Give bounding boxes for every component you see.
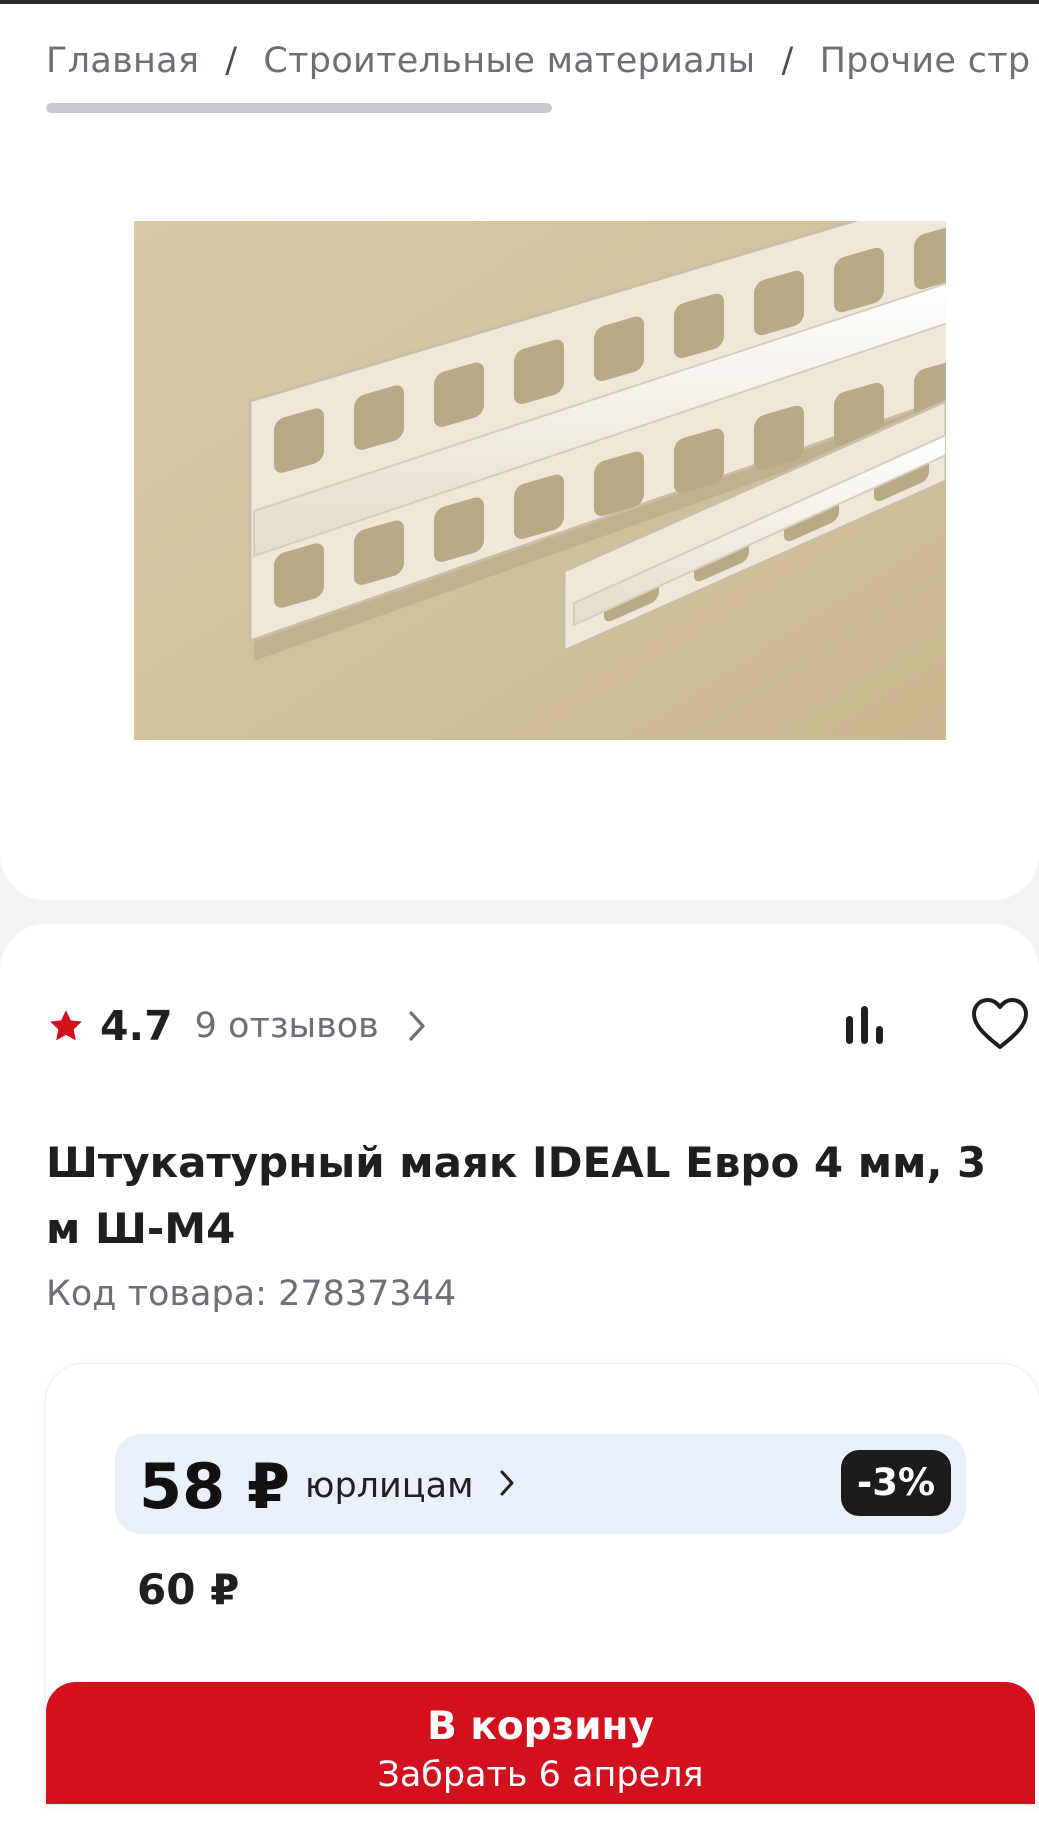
- product-title: Штукатурный маяк IDEAL Евро 4 мм, 3 м Ш-…: [46, 1138, 987, 1253]
- sku: Код товара: 27837344: [46, 1274, 456, 1314]
- b2b-price-row[interactable]: 58 ₽ юрлицам -3%: [115, 1434, 966, 1534]
- pickup-date: Забрать 6 апреля: [377, 1755, 704, 1795]
- chevron-right-icon: [500, 1470, 514, 1496]
- star-icon: [50, 1010, 82, 1041]
- compare-icon[interactable]: [840, 1002, 890, 1048]
- product-photo-plaster-beacon: [134, 221, 946, 740]
- b2b-price: 58 ₽: [139, 1450, 291, 1523]
- breadcrumb-separator: /: [781, 41, 794, 81]
- sku-value: 27837344: [278, 1274, 457, 1314]
- breadcrumb-item-building-materials[interactable]: Строительные материалы: [263, 41, 755, 81]
- add-to-cart-button[interactable]: В корзину Забрать 6 апреля: [46, 1682, 1035, 1804]
- heart-icon[interactable]: [970, 996, 1030, 1052]
- regular-price: 60 ₽: [137, 1565, 240, 1614]
- breadcrumb-separator: /: [225, 41, 238, 81]
- reviews-link[interactable]: 9 отзывов: [195, 1006, 379, 1046]
- chevron-right-icon: [409, 1011, 425, 1041]
- breadcrumb-item-other[interactable]: Прочие стр: [820, 41, 1031, 81]
- product-photo[interactable]: [134, 221, 946, 740]
- b2b-label: юрлицам: [305, 1466, 474, 1506]
- sku-label: Код товара:: [46, 1274, 267, 1314]
- discount-badge: -3%: [841, 1450, 951, 1516]
- breadcrumb: Главная / Строительные материалы / Прочие ст…: [46, 40, 1039, 81]
- rating-value: 4.7: [100, 1002, 173, 1050]
- breadcrumb-item-home[interactable]: Главная: [46, 41, 199, 81]
- breadcrumb-scrollbar[interactable]: [46, 103, 552, 113]
- rating-row[interactable]: 4.7 9 отзывов: [46, 998, 427, 1054]
- cart-button-label: В корзину: [427, 1704, 654, 1749]
